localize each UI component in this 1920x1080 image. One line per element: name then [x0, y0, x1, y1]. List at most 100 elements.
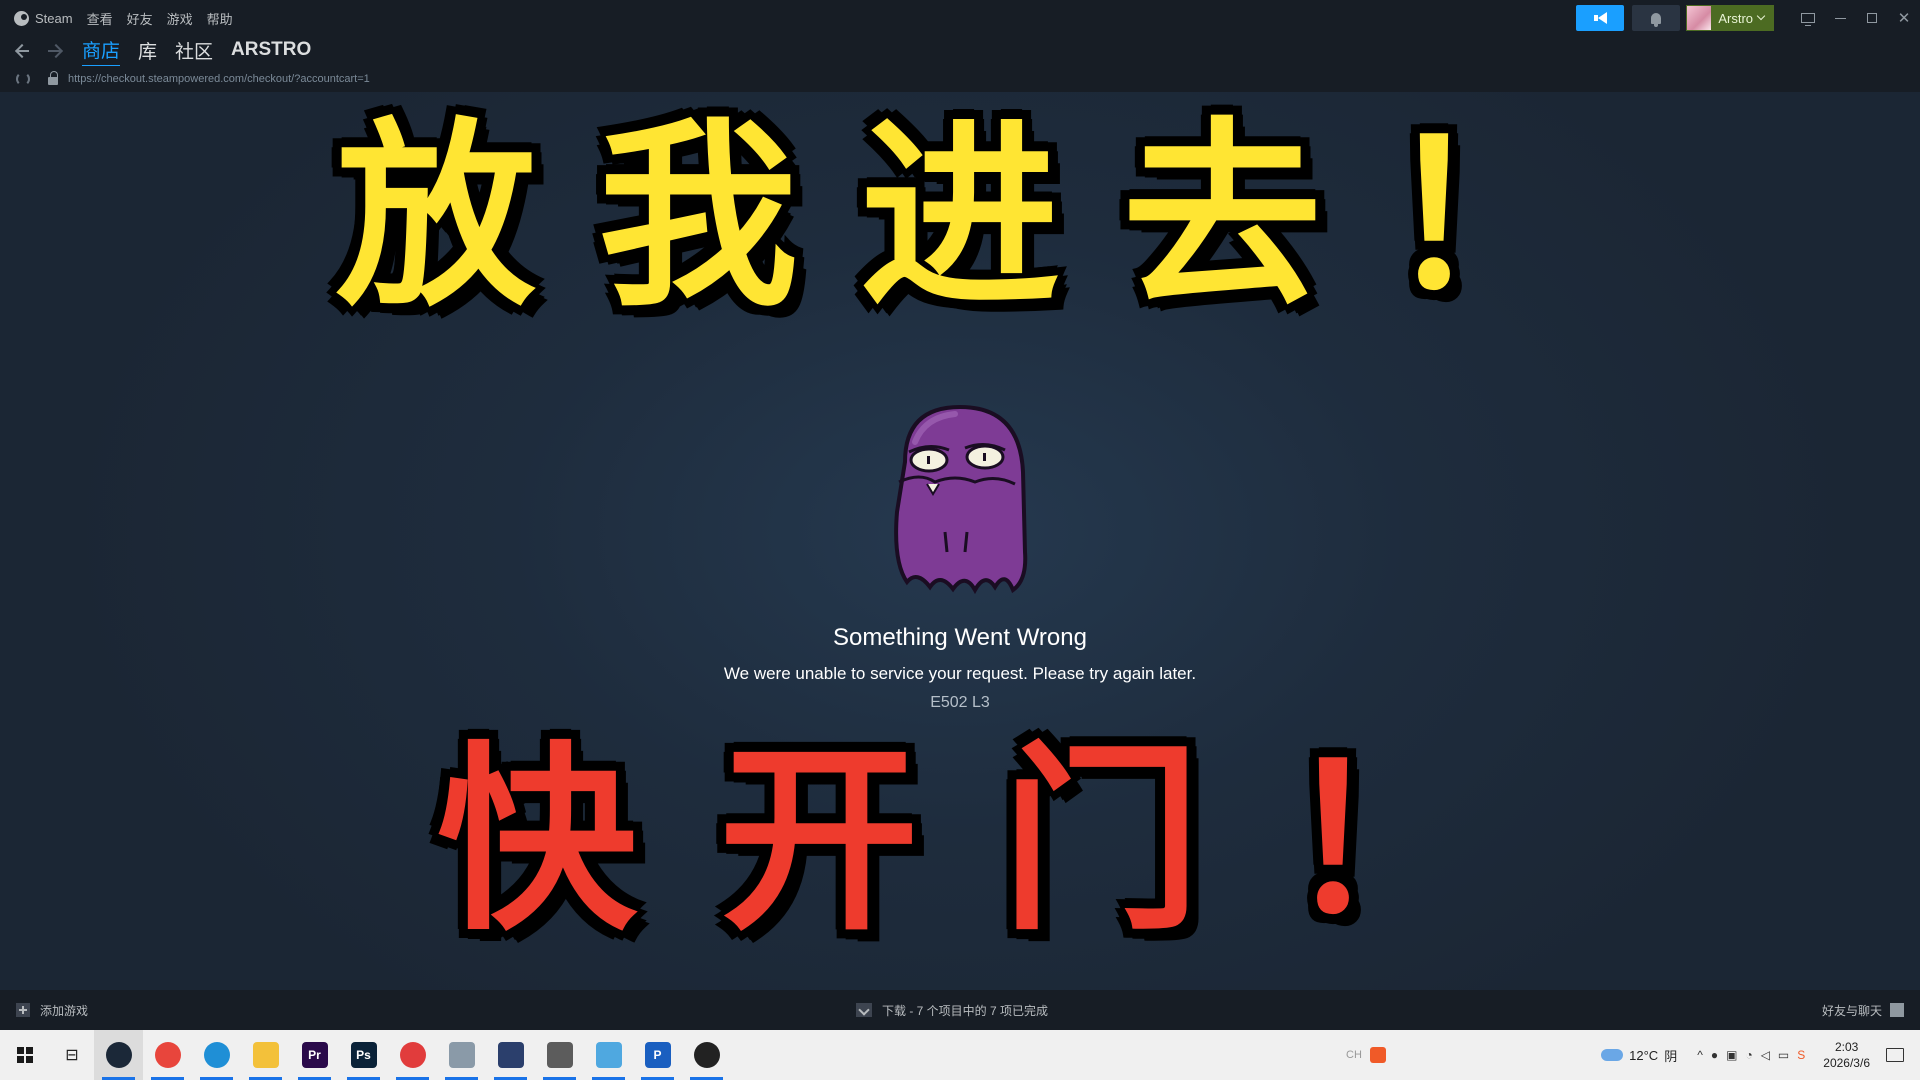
- forward-arrow-icon[interactable]: [46, 42, 64, 60]
- ime-indicator[interactable]: CH: [1346, 1030, 1386, 1080]
- weather-desc: 阴: [1664, 1048, 1678, 1064]
- windows-logo-icon: [17, 1047, 33, 1063]
- app-generic-6-icon: [693, 1042, 720, 1068]
- tray-icons: ^ ● ▣ ◔ ◁ ▭ S: [1697, 1048, 1805, 1062]
- url-text[interactable]: https://checkout.steampowered.com/checko…: [68, 73, 370, 85]
- friends-icon: [1890, 1003, 1904, 1017]
- back-arrow-icon[interactable]: [14, 42, 32, 60]
- wifi-icon[interactable]: ◔: [1745, 1048, 1752, 1062]
- minimize-icon: [1834, 17, 1846, 19]
- app-generic-6-button[interactable]: [682, 1030, 731, 1080]
- weather-temp: 12°C: [1629, 1047, 1659, 1063]
- clock[interactable]: 2:03 2026/3/6: [1823, 1039, 1870, 1071]
- start-button[interactable]: [0, 1030, 50, 1080]
- steam-app-button[interactable]: [94, 1030, 143, 1080]
- windows-taskbar: ⊟ Pr Ps P CH 12°C 阴 ^ ● ▣ ◔ ◁ ▭ S 2:03 202…: [0, 1030, 1920, 1080]
- system-tray: 12°C 阴 ^ ● ▣ ◔ ◁ ▭ S 2:03 2026/3/6: [1601, 1030, 1920, 1080]
- error-title: Something Went Wrong: [833, 624, 1087, 651]
- announcements-button[interactable]: [1576, 5, 1625, 31]
- error-message: We were unable to service your request. …: [723, 664, 1197, 683]
- task-view-button[interactable]: ⊟: [50, 1030, 94, 1080]
- minimize-button[interactable]: [1824, 0, 1856, 36]
- explorer-app-button[interactable]: [241, 1030, 290, 1080]
- app-generic-3-button[interactable]: [535, 1030, 584, 1080]
- photoshop-app-icon: Ps: [350, 1042, 377, 1068]
- photoshop-app-button[interactable]: Ps: [339, 1030, 388, 1080]
- app-generic-5-button[interactable]: P: [633, 1030, 682, 1080]
- explorer-app-icon: [252, 1042, 279, 1068]
- taskbar-apps: Pr Ps P: [94, 1030, 731, 1080]
- error-code: E502 L3: [930, 694, 990, 711]
- megaphone-icon: [1592, 12, 1608, 24]
- bell-icon: [1651, 12, 1662, 27]
- download-icon: [856, 1003, 872, 1017]
- overlay-caption-top: 放我进去！: [335, 101, 1646, 334]
- chrome-app-icon: [154, 1042, 181, 1068]
- maximize-button[interactable]: [1856, 0, 1888, 36]
- add-game-label: 添加游戏: [40, 1003, 89, 1018]
- steam-menu[interactable]: Steam: [14, 10, 73, 26]
- clock-time: 2:03: [1834, 1040, 1859, 1054]
- overlay-caption-bottom: 快开门！: [436, 725, 1565, 958]
- chevron-up-icon[interactable]: ^: [1697, 1048, 1703, 1062]
- battery-icon[interactable]: ▭: [1778, 1048, 1789, 1062]
- tab-profile[interactable]: ARSTRO: [231, 39, 311, 63]
- close-icon: ✕: [1897, 10, 1911, 27]
- steam-menu-label: Steam: [35, 10, 73, 26]
- chevron-down-icon: [1756, 11, 1766, 21]
- cloud-icon: [1601, 1049, 1624, 1061]
- notifications-button[interactable]: [1632, 5, 1681, 31]
- downloads-status: 下载 - 7 个项目中的 7 项已完成: [882, 1003, 1049, 1018]
- lock-icon: [48, 71, 58, 85]
- app-generic-4-button[interactable]: [584, 1030, 633, 1080]
- premiere-app-button[interactable]: Pr: [290, 1030, 339, 1080]
- menubar-right: Arstro ✕: [1576, 0, 1920, 36]
- tab-store[interactable]: 商店: [82, 36, 121, 67]
- friends-chat-button[interactable]: 好友与聊天: [1822, 1002, 1904, 1019]
- volume-icon[interactable]: ◁: [1761, 1048, 1770, 1062]
- weather-widget[interactable]: 12°C 阴: [1601, 1046, 1677, 1065]
- app-generic-1-button[interactable]: [437, 1030, 486, 1080]
- url-bar: https://checkout.steampowered.com/checko…: [0, 66, 1920, 92]
- steam-navbar: 商店 库 社区 ARSTRO: [0, 36, 1920, 67]
- app-generic-4-icon: [595, 1042, 622, 1068]
- app-generic-2-button[interactable]: [486, 1030, 535, 1080]
- display-icon[interactable]: ▣: [1726, 1048, 1737, 1062]
- app-generic-5-icon: P: [644, 1042, 671, 1068]
- app-generic-1-icon: [448, 1042, 475, 1068]
- ime-mode-icon: CH: [1346, 1049, 1362, 1061]
- user-menu-button[interactable]: Arstro: [1686, 5, 1774, 31]
- steam-statusbar: 添加游戏 下载 - 7 个项目中的 7 项已完成 好友与聊天: [0, 990, 1920, 1030]
- sogou-icon: [1369, 1047, 1386, 1063]
- steam-menubar: Steam 查看 好友 游戏 帮助 Arstro ✕: [0, 0, 1920, 36]
- menu-friends[interactable]: 好友: [127, 9, 153, 28]
- sogou-tray-icon[interactable]: S: [1797, 1048, 1805, 1062]
- edge-app-icon: [203, 1042, 230, 1068]
- edge-app-button[interactable]: [192, 1030, 241, 1080]
- notification-center-icon[interactable]: [1886, 1048, 1904, 1062]
- chrome-app-button[interactable]: [143, 1030, 192, 1080]
- user-name: Arstro: [1718, 10, 1753, 26]
- close-button[interactable]: ✕: [1888, 0, 1920, 36]
- app-generic-3-icon: [546, 1042, 573, 1068]
- tab-community[interactable]: 社区: [175, 37, 213, 66]
- friends-chat-label: 好友与聊天: [1821, 1003, 1882, 1018]
- app-generic-2-icon: [497, 1042, 524, 1068]
- menu-view[interactable]: 查看: [87, 9, 113, 28]
- menu-help[interactable]: 帮助: [207, 9, 233, 28]
- netease-music-app-icon: [399, 1042, 426, 1068]
- reload-icon[interactable]: [16, 72, 30, 86]
- steam-app-icon: [105, 1042, 132, 1068]
- tab-library[interactable]: 库: [138, 37, 157, 66]
- monitor-icon: [1801, 13, 1815, 26]
- downloads-button[interactable]: 下载 - 7 个项目中的 7 项已完成: [856, 1002, 1048, 1019]
- avatar: [1687, 6, 1712, 30]
- error-mascot-image: [894, 404, 1028, 595]
- big-picture-button[interactable]: [1792, 0, 1824, 36]
- netease-music-app-button[interactable]: [388, 1030, 437, 1080]
- clock-date: 2026/3/6: [1823, 1056, 1870, 1070]
- premiere-app-icon: Pr: [301, 1042, 328, 1068]
- menu-games[interactable]: 游戏: [167, 9, 193, 28]
- add-game-button[interactable]: 添加游戏: [16, 1002, 88, 1019]
- qq-icon[interactable]: ●: [1711, 1048, 1718, 1062]
